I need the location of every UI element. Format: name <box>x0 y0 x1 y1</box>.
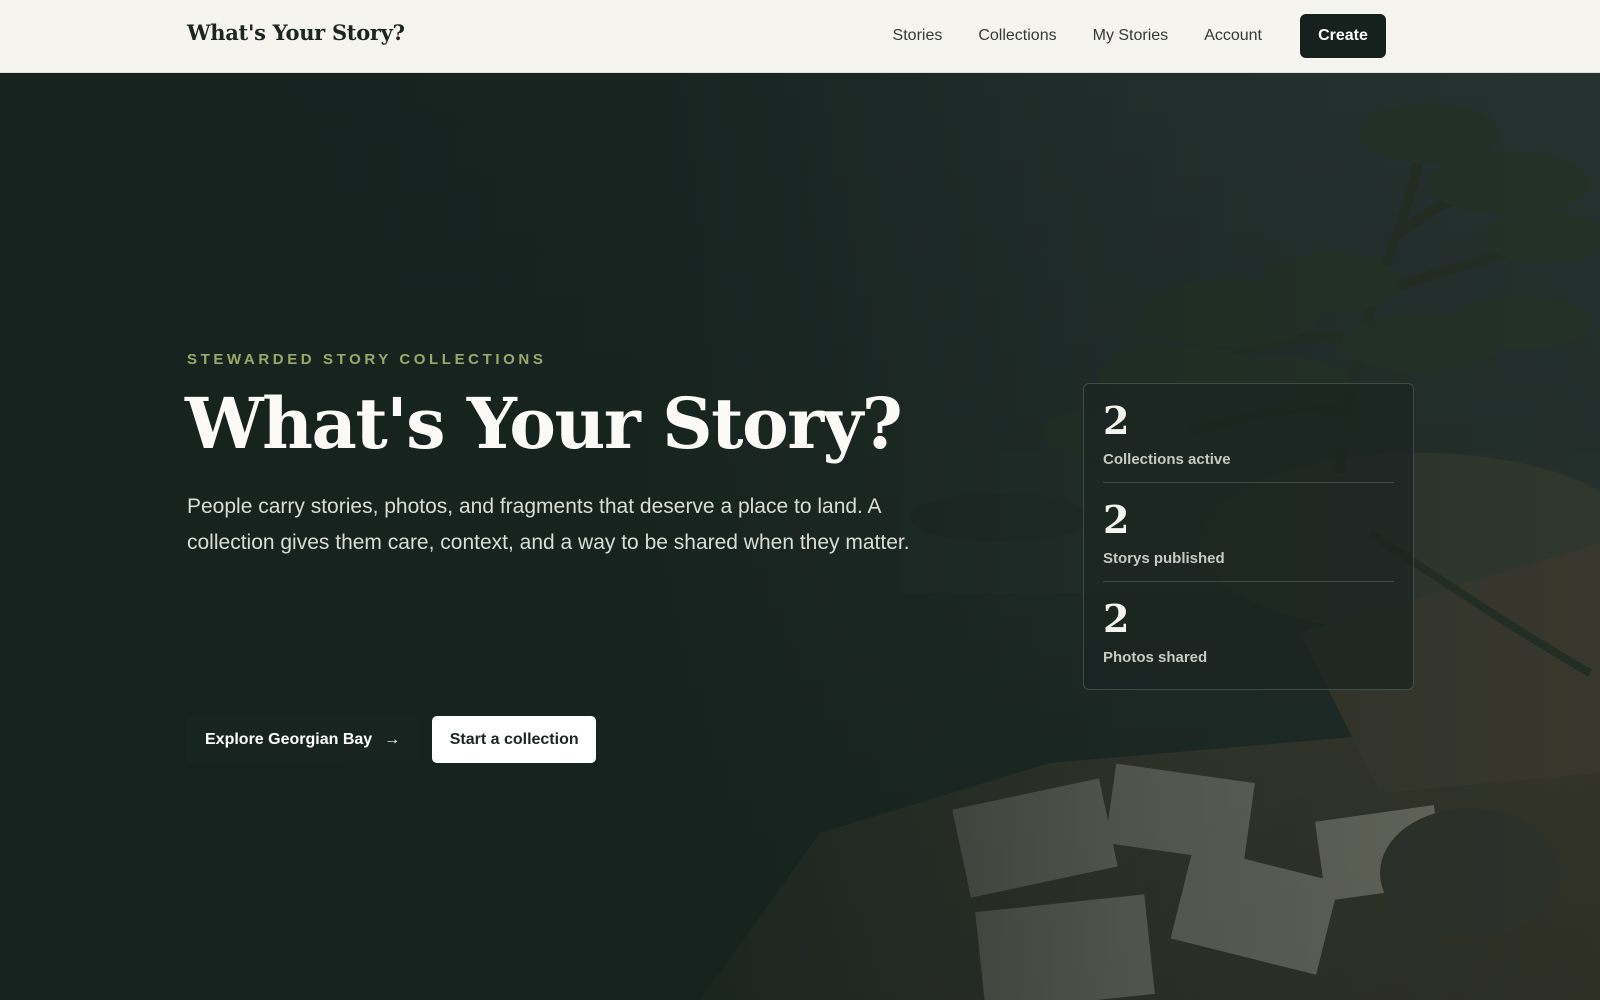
start-collection-button[interactable]: Start a collection <box>432 716 597 763</box>
stat-label: Collections active <box>1103 451 1231 468</box>
stat-value: 2 <box>1103 398 1130 443</box>
hero-description: People carry stories, photos, and fragme… <box>187 495 910 554</box>
hero-actions: Explore Georgian Bay → Start a collectio… <box>187 716 597 763</box>
brand-logo[interactable]: What's Your Story? <box>187 20 405 45</box>
nav-link-collections[interactable]: Collections <box>978 14 1056 58</box>
stat-value: 2 <box>1103 497 1130 542</box>
top-navbar: What's Your Story? Stories Collections M… <box>0 0 1600 73</box>
nav-link-my-stories[interactable]: My Stories <box>1093 14 1169 58</box>
explore-button-label: Explore Georgian Bay <box>205 730 373 748</box>
stat-collections-active: 2 Collections active <box>1103 384 1394 483</box>
stat-value: 2 <box>1103 596 1130 641</box>
stats-panel: 2 Collections active 2 Storys published … <box>1083 383 1414 690</box>
stat-storys-published: 2 Storys published <box>1103 483 1394 582</box>
arrow-right-icon: → <box>384 730 401 748</box>
hero-eyebrow: STEWARDED STORY COLLECTIONS <box>187 351 547 368</box>
stat-label: Storys published <box>1103 550 1225 567</box>
nav-link-account[interactable]: Account <box>1204 14 1262 58</box>
stat-photos-shared: 2 Photos shared <box>1103 582 1394 681</box>
nav-link-stories[interactable]: Stories <box>893 14 943 58</box>
explore-georgian-bay-button[interactable]: Explore Georgian Bay → <box>187 716 419 763</box>
hero-title: What's Your Story? <box>185 382 903 465</box>
nav-links: Stories Collections My Stories Account C… <box>893 14 1386 58</box>
create-button[interactable]: Create <box>1300 14 1386 58</box>
stat-label: Photos shared <box>1103 649 1208 666</box>
